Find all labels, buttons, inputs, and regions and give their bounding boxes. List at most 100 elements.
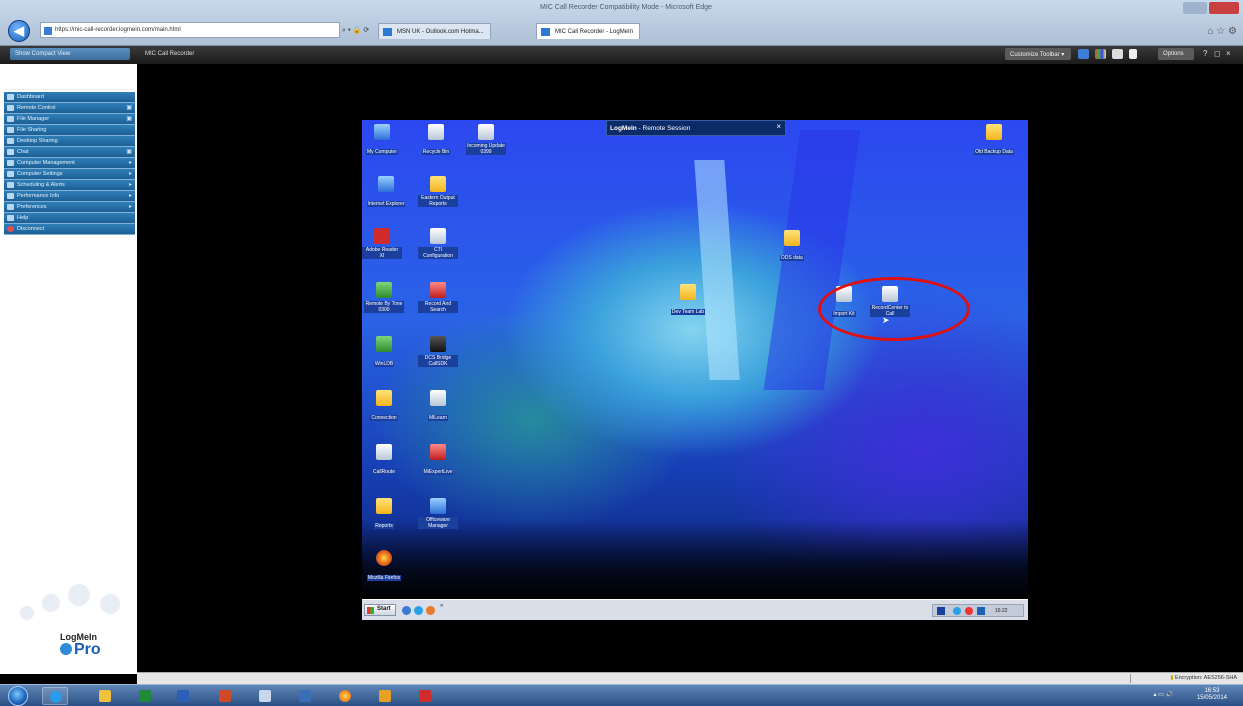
search-refresh-icons[interactable]: ⌕ ▾ 🔒 ⟳ (342, 26, 369, 35)
desktop-icon[interactable]: Officeware Manager (418, 498, 458, 532)
taskbar-notepad[interactable] (252, 687, 278, 705)
tray-network-icon[interactable] (953, 607, 961, 615)
desktop-icon[interactable]: Dev Team Lab (668, 284, 708, 318)
popout-icon[interactable]: ▣ (126, 115, 132, 122)
desktop-icon[interactable]: DCS Bridge CallSDK (418, 336, 458, 370)
taskbar-word[interactable] (170, 687, 196, 705)
taskbar-explorer[interactable] (92, 687, 118, 705)
folder-icon (99, 690, 111, 702)
windows-start-orb[interactable] (8, 686, 28, 706)
popout-icon[interactable]: ▣ (126, 104, 132, 111)
sidebar-item-computer-management[interactable]: Computer Management ▸ (4, 157, 135, 169)
sidebar-item-file-sharing[interactable]: File Sharing (4, 124, 135, 136)
remote-desktop[interactable]: LogMeIn - Remote Session × My Computer R… (362, 120, 1028, 620)
recycle-bin-icon (428, 124, 444, 140)
sidebar-item-dashboard[interactable]: Dashboard (4, 92, 135, 103)
tab-mic-call-recorder[interactable]: MIC Call Recorder - LogMeIn (536, 23, 641, 39)
sidebar-item-scheduling-alerts[interactable]: Scheduling & Alerts ▸ (4, 179, 135, 191)
desktop-icon[interactable]: Recycle Bin (416, 124, 456, 158)
help-icon[interactable]: ? (1203, 49, 1207, 58)
tray-alert-icon[interactable] (965, 607, 973, 615)
taskbar-firefox[interactable] (332, 687, 358, 705)
desktop-icon[interactable]: Incoming Update 0399 (466, 124, 506, 158)
back-arrow-icon[interactable]: ◀ (8, 20, 30, 42)
remote-control-icon (7, 104, 14, 111)
minimize-button[interactable] (1183, 2, 1207, 14)
address-bar[interactable]: https://mic-call-recorder.logmein.com/ma… (40, 22, 340, 38)
record-search-icon (430, 282, 446, 298)
options-button[interactable]: Options (1158, 48, 1194, 60)
desktop-icon[interactable]: Eastern Output Reports (418, 176, 458, 210)
lock-icon[interactable] (1129, 49, 1137, 59)
desktop-icon[interactable]: CTI Configuration (418, 228, 458, 262)
tray-icons[interactable]: ▴ ▭ 🔊 (1154, 691, 1174, 698)
quick-launch-ie-icon[interactable] (414, 606, 423, 615)
sidebar: Dashboard Remote Control ▣ File Manager ▣ … (0, 64, 137, 674)
print-icon[interactable] (1112, 49, 1123, 59)
color-icon[interactable] (1095, 49, 1106, 59)
remote-system-tray: 16:22 (932, 604, 1024, 617)
close-button[interactable] (1209, 2, 1239, 14)
taskbar-adobe[interactable] (412, 687, 438, 705)
customize-toolbar-button[interactable]: Customize Toolbar ▾ (1005, 48, 1071, 60)
icon-label: Incoming Update 0399 (466, 143, 506, 155)
sidebar-item-computer-settings[interactable]: Computer Settings ▸ (4, 168, 135, 180)
taskbar-powerpoint[interactable] (212, 687, 238, 705)
desktop-icon[interactable]: Reports (364, 498, 404, 532)
nav-label: Scheduling & Alerts (17, 181, 65, 188)
icon-label: DDS data (780, 255, 804, 261)
sidebar-item-performance-info[interactable]: Performance Info ▸ (4, 190, 135, 202)
desktop-icon[interactable]: Adobe Reader XI (362, 228, 402, 262)
icon-label: Officeware Manager (418, 517, 458, 529)
desktop-icon[interactable]: MiExpertLive (418, 444, 458, 478)
tab-msn[interactable]: MSN UK - Outlook.com Hotma... (378, 23, 491, 39)
desktop-icon[interactable]: Mozilla Firefox (364, 550, 404, 584)
firefox-icon (376, 550, 392, 566)
desktop-icon[interactable]: Record And Search (418, 282, 458, 316)
icon-label: MiExpertLive (422, 469, 454, 475)
word-icon (177, 690, 189, 702)
taskbar-monitor[interactable] (292, 687, 318, 705)
sidebar-item-disconnect[interactable]: Disconnect (4, 223, 135, 235)
display-icon[interactable] (1078, 49, 1089, 59)
close-icon[interactable]: × (776, 122, 781, 131)
taskbar-excel[interactable] (132, 687, 158, 705)
tray-app-icon[interactable] (937, 607, 945, 615)
desktop-icon[interactable]: WinLDB (364, 336, 404, 370)
taskbar-media[interactable] (372, 687, 398, 705)
desktop-icon[interactable]: Remote By Tone 0300 (364, 282, 404, 316)
close-session-icon[interactable]: × (1226, 49, 1231, 58)
logmein-icon (541, 28, 550, 36)
restore-icon[interactable]: ◻ (1214, 49, 1221, 58)
sidebar-item-remote-control[interactable]: Remote Control ▣ (4, 102, 135, 114)
bridge-icon (430, 336, 446, 352)
monitor-icon (299, 690, 311, 702)
sidebar-item-file-manager[interactable]: File Manager ▣ (4, 113, 135, 125)
highlight-circle (818, 277, 970, 341)
desktop-icon[interactable]: Internet Explorer (366, 176, 406, 210)
popout-icon[interactable]: ▣ (126, 148, 132, 155)
desktop-icon[interactable]: Connection (364, 390, 404, 424)
sidebar-item-chat[interactable]: Chat ▣ (4, 146, 135, 158)
chevron-right-icon: ▸ (128, 181, 132, 188)
sidebar-item-desktop-sharing[interactable]: Desktop Sharing (4, 135, 135, 147)
quick-launch-more-icon[interactable]: » (440, 603, 445, 612)
quick-launch-desktop-icon[interactable] (402, 606, 411, 615)
system-clock[interactable]: 16:53 15/05/2014 (1197, 688, 1227, 702)
desktop-icon[interactable]: DDS data (772, 230, 812, 264)
show-compact-view-button[interactable]: Show Compact View (10, 48, 130, 60)
desktop-icon[interactable]: My Computer (362, 124, 402, 158)
desktop-icon[interactable]: MiLearn (418, 390, 458, 424)
desktop-icon[interactable]: Old Backup Data (974, 124, 1014, 158)
taskbar-ie[interactable] (42, 687, 68, 705)
sidebar-item-preferences[interactable]: Preferences ▸ (4, 201, 135, 213)
sidebar-item-help[interactable]: Help (4, 212, 135, 224)
remote-start-button[interactable]: Start (364, 604, 396, 616)
wallpaper-streak (694, 160, 740, 380)
logmein-badge-icon (60, 643, 72, 655)
home-star-gear-icons[interactable]: ⌂ ☆ ⚙ (1207, 26, 1237, 37)
quick-launch-firefox-icon[interactable] (426, 606, 435, 615)
sidebar-header (4, 64, 133, 90)
desktop-icon[interactable]: CallRoute (364, 444, 404, 478)
tray-logmein-icon[interactable] (977, 607, 985, 615)
